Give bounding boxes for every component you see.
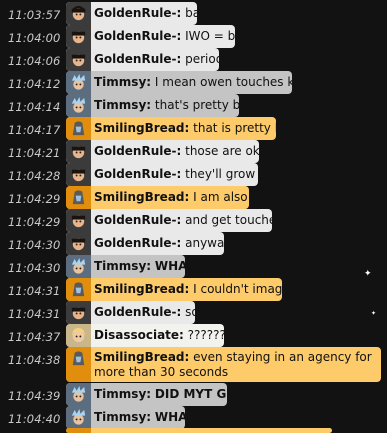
- timestamp: 11:04:14: [8, 100, 61, 114]
- username[interactable]: GoldenRule-:: [94, 29, 181, 43]
- chat-bubble[interactable]: SmilingBread: I couldn't imagine: [66, 278, 282, 301]
- message-text: I mean owen touches kids: [154, 75, 292, 89]
- helmet-avatar-icon[interactable]: [66, 186, 91, 209]
- timestamp: 11:03:57: [8, 8, 61, 22]
- timestamp: 11:04:30: [8, 261, 61, 275]
- chat-bubble[interactable]: GoldenRule-: periodt: [66, 48, 219, 71]
- username[interactable]: GoldenRule-:: [94, 305, 181, 319]
- chat-bubble[interactable]: SmilingBread: I am also 34: [66, 186, 249, 209]
- chat-bubble[interactable]: GoldenRule-: those are okay: [66, 140, 259, 163]
- dark-hair-avatar-icon[interactable]: [66, 25, 91, 48]
- username[interactable]: GoldenRule-:: [94, 144, 181, 158]
- blue-spiky-avatar-icon[interactable]: [66, 94, 91, 117]
- timestamp: 11:04:39: [8, 389, 61, 403]
- message-text: I couldn't imagine: [193, 282, 282, 296]
- chat-bubble[interactable]: GoldenRule-: so: [66, 301, 195, 324]
- dark-hair-avatar-icon[interactable]: [66, 301, 91, 324]
- helmet-avatar-icon[interactable]: [66, 278, 91, 301]
- helmet-avatar-icon[interactable]: [66, 117, 91, 140]
- chat-bubble[interactable]: Timmsy: that's pretty bad: [66, 94, 239, 117]
- username[interactable]: Timmsy:: [94, 259, 151, 273]
- blue-spiky-avatar-icon[interactable]: [66, 383, 91, 406]
- dark-hair-avatar-icon[interactable]: [66, 232, 91, 255]
- username[interactable]: GoldenRule-:: [94, 52, 181, 66]
- timestamp: 11:04:12: [8, 77, 61, 91]
- dark-hair-avatar-icon[interactable]: [66, 140, 91, 163]
- chat-bubble[interactable]: GoldenRule-: and get touched: [66, 209, 272, 232]
- timestamp: 11:04:30: [8, 238, 61, 252]
- message-text: periodt: [185, 52, 219, 66]
- username[interactable]: SmilingBread:: [94, 121, 189, 135]
- chat-bubble[interactable]: Timmsy: WHAT: [66, 255, 185, 278]
- timestamp: 11:04:21: [8, 146, 61, 160]
- sparkle-icon: ✦: [364, 269, 372, 279]
- timestamp: 11:04:37: [8, 330, 61, 344]
- blonde-avatar-icon[interactable]: [66, 324, 91, 347]
- message-text: I am also 34: [193, 190, 249, 204]
- blue-spiky-avatar-icon[interactable]: [66, 255, 91, 278]
- timestamp: 11:04:31: [8, 284, 61, 298]
- sparkle-icon: ✦: [371, 310, 377, 317]
- username[interactable]: GoldenRule-:: [94, 236, 181, 250]
- message-text: WHAT: [154, 410, 185, 424]
- message-text: anyway: [185, 236, 224, 250]
- message-text: they'll grow up: [185, 167, 258, 181]
- username[interactable]: Timmsy:: [94, 75, 151, 89]
- username[interactable]: Timmsy:: [94, 387, 151, 401]
- username[interactable]: SmilingBread:: [94, 350, 189, 364]
- timestamp: 11:04:40: [8, 412, 61, 426]
- helmet-avatar-icon[interactable]: [66, 347, 91, 382]
- username[interactable]: Disassociate:: [94, 328, 184, 342]
- timestamp: 11:04:31: [8, 307, 61, 321]
- timestamp: 11:04:29: [8, 215, 61, 229]
- chat-bubble[interactable]: GoldenRule-: IWO = bad: [66, 25, 235, 48]
- chat-bubble[interactable]: Timmsy: DID MYT GUY: [66, 383, 227, 406]
- chat-bubble-partial[interactable]: [66, 428, 332, 433]
- username[interactable]: GoldenRule-:: [94, 213, 181, 227]
- chat-log[interactable]: 11:03:57 GoldenRule-: bad 11:04:00 Golde…: [0, 0, 387, 433]
- chat-bubble[interactable]: Disassociate: ?????????: [66, 324, 224, 347]
- message-text: that's pretty bad: [154, 98, 239, 112]
- message-text: IWO = bad: [185, 29, 235, 43]
- username[interactable]: GoldenRule-:: [94, 167, 181, 181]
- blue-spiky-avatar-icon[interactable]: [66, 406, 91, 429]
- blue-spiky-avatar-icon[interactable]: [66, 71, 91, 94]
- message-text: and get touched: [185, 213, 272, 227]
- timestamp: 11:04:00: [8, 31, 61, 45]
- message-text: DID MYT GUY: [154, 387, 227, 401]
- timestamp: 11:04:38: [8, 353, 61, 367]
- chat-bubble[interactable]: SmilingBread: that is pretty bad: [66, 117, 276, 140]
- message-text: ?????????: [187, 328, 224, 342]
- chat-bubble[interactable]: SmilingBread: even staying in an agency …: [66, 347, 381, 382]
- dark-hair-avatar-icon[interactable]: [66, 2, 91, 25]
- timestamp: 11:04:28: [8, 169, 61, 183]
- message-text: those are okay: [185, 144, 259, 158]
- username[interactable]: SmilingBread:: [94, 282, 189, 296]
- timestamp: 11:04:06: [8, 54, 61, 68]
- dark-hair-avatar-icon[interactable]: [66, 48, 91, 71]
- timestamp: 11:04:29: [8, 192, 61, 206]
- chat-bubble[interactable]: Timmsy: I mean owen touches kids: [66, 71, 292, 94]
- message-text: so: [185, 305, 195, 319]
- username[interactable]: Timmsy:: [94, 98, 151, 112]
- message-text: bad: [185, 6, 197, 20]
- message-text: that is pretty bad: [193, 121, 276, 135]
- username[interactable]: SmilingBread:: [94, 190, 189, 204]
- timestamp: 11:04:17: [8, 123, 61, 137]
- username[interactable]: Timmsy:: [94, 410, 151, 424]
- helmet-avatar-icon: [66, 428, 91, 433]
- chat-bubble[interactable]: GoldenRule-: bad: [66, 2, 197, 25]
- username[interactable]: GoldenRule-:: [94, 6, 181, 20]
- chat-bubble[interactable]: Timmsy: WHAT: [66, 406, 185, 429]
- dark-hair-avatar-icon[interactable]: [66, 209, 91, 232]
- chat-bubble[interactable]: GoldenRule-: anyway: [66, 232, 224, 255]
- message-text: WHAT: [154, 259, 185, 273]
- dark-hair-avatar-icon[interactable]: [66, 163, 91, 186]
- chat-bubble[interactable]: GoldenRule-: they'll grow up: [66, 163, 258, 186]
